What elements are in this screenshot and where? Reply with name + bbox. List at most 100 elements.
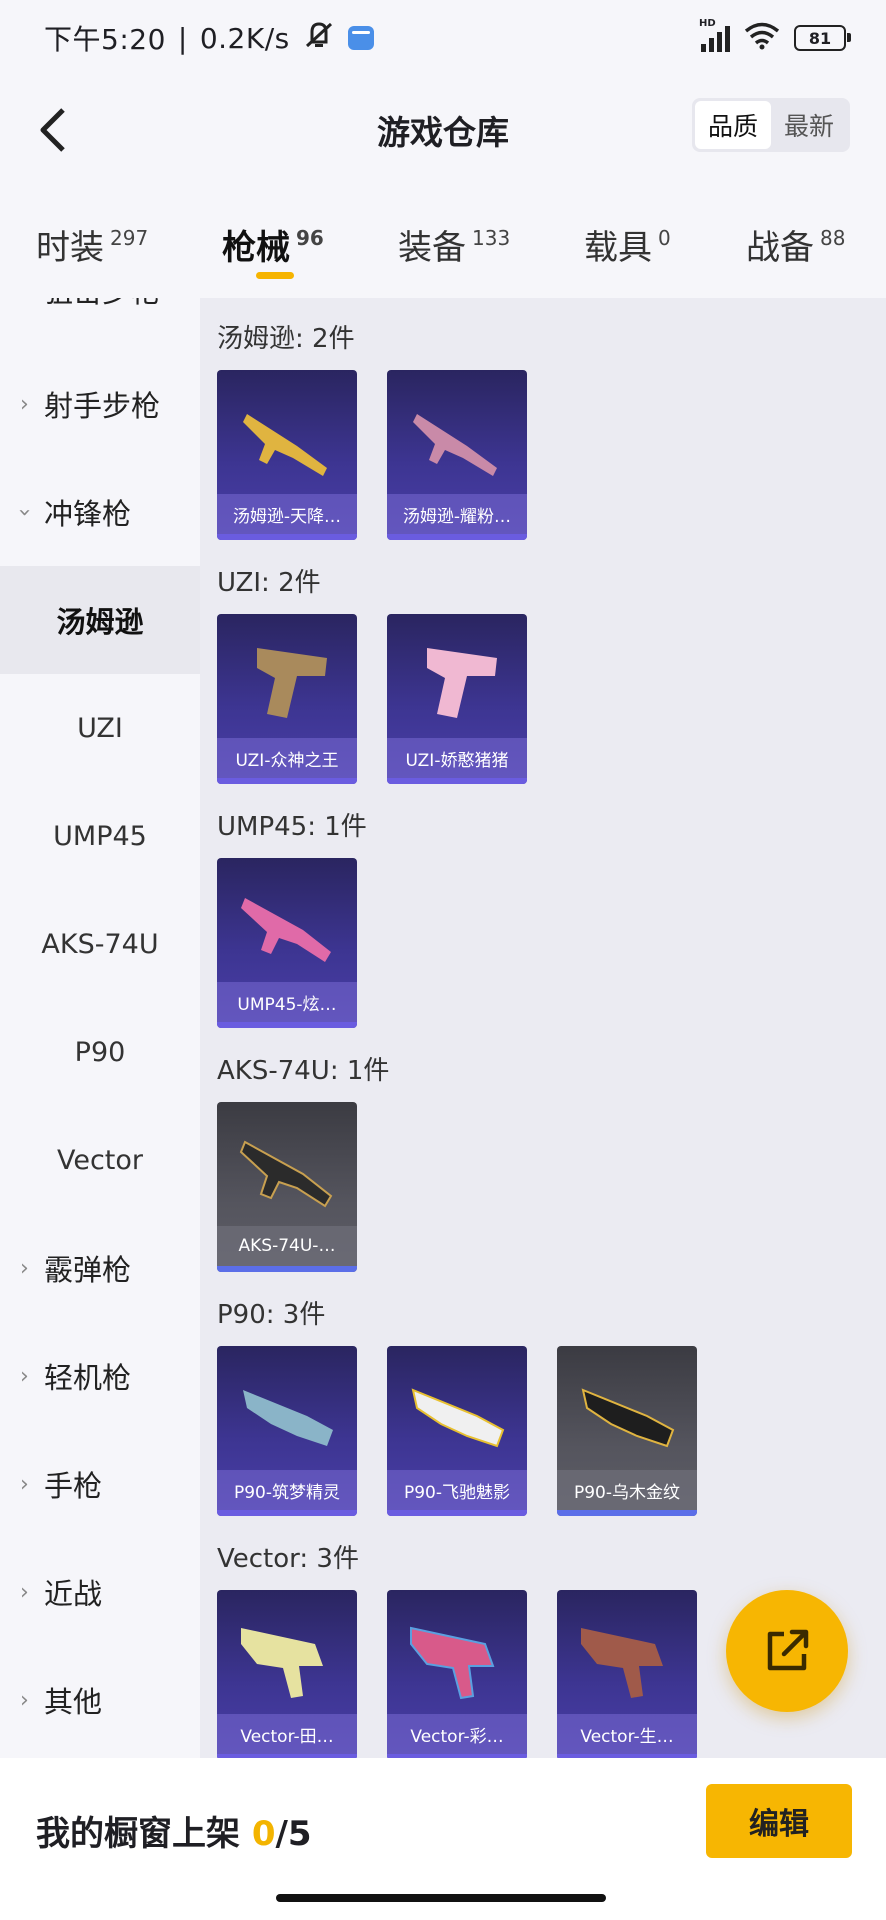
item-label: Vector-生…: [557, 1714, 697, 1754]
sidebar-item-sniper[interactable]: ›狙击步枪: [0, 298, 200, 344]
chevron-right-icon: ›: [20, 1363, 29, 1389]
group-title: Vector: 3件: [217, 1544, 359, 1574]
item-label: 汤姆逊-天降…: [217, 494, 357, 534]
sidebar-item-pistol[interactable]: › 手枪: [0, 1430, 200, 1538]
gun-icon: [243, 1390, 333, 1446]
shelf-total: /5: [275, 1814, 312, 1854]
status-left: 下午5:20 | 0.2K/s: [44, 18, 374, 58]
item-rarity-bar: [217, 1022, 357, 1028]
tab-count: 96: [296, 226, 324, 250]
sidebar-item-melee[interactable]: › 近战: [0, 1538, 200, 1646]
tab-label: 装备: [398, 228, 466, 268]
tab-vehicles[interactable]: 载具 0: [584, 220, 671, 269]
gun-icon: [413, 414, 497, 476]
item-rarity-bar: [217, 534, 357, 540]
share-button[interactable]: [726, 1590, 848, 1712]
gun-icon: [581, 1388, 675, 1448]
item-rarity-bar: [217, 1266, 357, 1272]
item-card[interactable]: Vector-生…: [557, 1590, 697, 1758]
chevron-down-icon: ›: [11, 507, 37, 517]
sort-latest-button[interactable]: 最新: [771, 101, 847, 149]
home-indicator[interactable]: [276, 1894, 606, 1902]
chevron-right-icon: ›: [20, 1687, 29, 1713]
item-card[interactable]: UZI-众神之王: [217, 614, 357, 784]
sidebar-subitem-thompson[interactable]: 汤姆逊: [0, 566, 200, 674]
sidebar-item-label: 其他: [44, 1685, 103, 1719]
sidebar-subitem-uzi[interactable]: UZI: [0, 674, 200, 782]
tab-count: 297: [110, 226, 149, 250]
gun-icon: [411, 1388, 505, 1448]
tab-guns[interactable]: 枪械 96: [222, 220, 324, 269]
status-time: 下午5:20: [44, 23, 166, 56]
item-rarity-bar: [387, 778, 527, 784]
group-title: AKS-74U: 1件: [217, 1056, 390, 1086]
item-card[interactable]: P90-筑梦精灵: [217, 1346, 357, 1516]
sidebar-item-label: 轻机枪: [44, 1361, 132, 1395]
status-divider: |: [177, 21, 188, 55]
sidebar-item-smg[interactable]: › 冲锋枪: [0, 458, 200, 566]
category-tabs: 时装 297 枪械 96 装备 133 载具 0 战备 88: [0, 180, 886, 298]
sort-toggle: 品质 最新: [692, 98, 850, 152]
sort-quality-button[interactable]: 品质: [695, 101, 771, 149]
status-speed: 0.2K/s: [199, 21, 290, 55]
tab-fashion[interactable]: 时装 297: [36, 220, 148, 269]
status-bar: 下午5:20 | 0.2K/s HD 81: [0, 0, 886, 80]
tab-count: 88: [820, 226, 846, 250]
item-card[interactable]: UZI-娇憨猪猪: [387, 614, 527, 784]
gun-icon: [581, 1628, 663, 1698]
sidebar-item-other[interactable]: › 其他: [0, 1646, 200, 1754]
item-card[interactable]: 汤姆逊-天降…: [217, 370, 357, 540]
item-card[interactable]: P90-乌木金纹: [557, 1346, 697, 1516]
status-right: HD 81: [699, 18, 851, 54]
item-card[interactable]: AKS-74U-…: [217, 1102, 357, 1272]
notification-icon: [347, 26, 374, 50]
sidebar-subitem-aks74u[interactable]: AKS-74U: [0, 890, 200, 998]
item-rarity-bar: [217, 1510, 357, 1516]
chevron-right-icon: ›: [20, 1471, 29, 1497]
wifi-icon: [744, 22, 780, 54]
tab-label: 载具: [584, 228, 652, 268]
item-card[interactable]: Vector-彩…: [387, 1590, 527, 1758]
signal-icon: HD: [699, 18, 730, 52]
item-card[interactable]: Vector-田…: [217, 1590, 357, 1758]
item-card[interactable]: UMP45-炫…: [217, 858, 357, 1028]
gun-icon: [241, 1628, 323, 1698]
tab-label: 枪械: [222, 228, 290, 268]
item-label: Vector-田…: [217, 1714, 357, 1754]
gun-icon: [239, 1140, 333, 1208]
sidebar-subitem-vector[interactable]: Vector: [0, 1106, 200, 1214]
tab-count: 133: [472, 226, 511, 250]
sidebar-item-lmg[interactable]: › 轻机枪: [0, 1322, 200, 1430]
sidebar-subitem-p90[interactable]: P90: [0, 998, 200, 1106]
item-label: UZI-娇憨猪猪: [387, 738, 527, 778]
hd-label: HD: [699, 18, 716, 29]
item-label: UZI-众神之王: [217, 738, 357, 778]
gun-icon: [241, 898, 331, 962]
item-rarity-bar: [557, 1510, 697, 1516]
sidebar-item-shotgun[interactable]: › 霰弹枪: [0, 1214, 200, 1322]
bottom-bar: 我的橱窗上架 0/5 编辑: [0, 1758, 886, 1920]
battery-icon: 81: [794, 25, 851, 51]
group-title: P90: 3件: [217, 1300, 326, 1330]
chevron-right-icon: ›: [20, 1255, 29, 1281]
item-label: UMP45-炫…: [217, 982, 357, 1022]
gun-icon: [257, 648, 327, 718]
sidebar-item-marksman[interactable]: › 射手步枪: [0, 350, 200, 458]
item-card[interactable]: 汤姆逊-耀粉…: [387, 370, 527, 540]
shelf-count: 0: [251, 1814, 276, 1854]
sidebar: ›狙击步枪 ›射手步枪 ›冲锋枪 汤姆逊 UZI UMP45 AKS-74U P…: [0, 298, 200, 1758]
tab-equipment[interactable]: 装备 133: [398, 220, 510, 269]
tab-supplies[interactable]: 战备 88: [746, 220, 845, 269]
edit-button[interactable]: 编辑: [706, 1784, 852, 1858]
sidebar-item-label: 霰弹枪: [44, 1253, 132, 1287]
shelf-label: 我的橱窗上架: [36, 1814, 240, 1854]
item-label: Vector-彩…: [387, 1714, 527, 1754]
item-card[interactable]: P90-飞驰魅影: [387, 1346, 527, 1516]
chevron-right-icon: ›: [20, 298, 44, 303]
sidebar-item-label: 近战: [44, 1577, 103, 1611]
item-label: 汤姆逊-耀粉…: [387, 494, 527, 534]
sidebar-subitem-ump45[interactable]: UMP45: [0, 782, 200, 890]
group-title: UZI: 2件: [217, 568, 321, 598]
item-rarity-bar: [217, 778, 357, 784]
tab-count: 0: [658, 226, 671, 250]
